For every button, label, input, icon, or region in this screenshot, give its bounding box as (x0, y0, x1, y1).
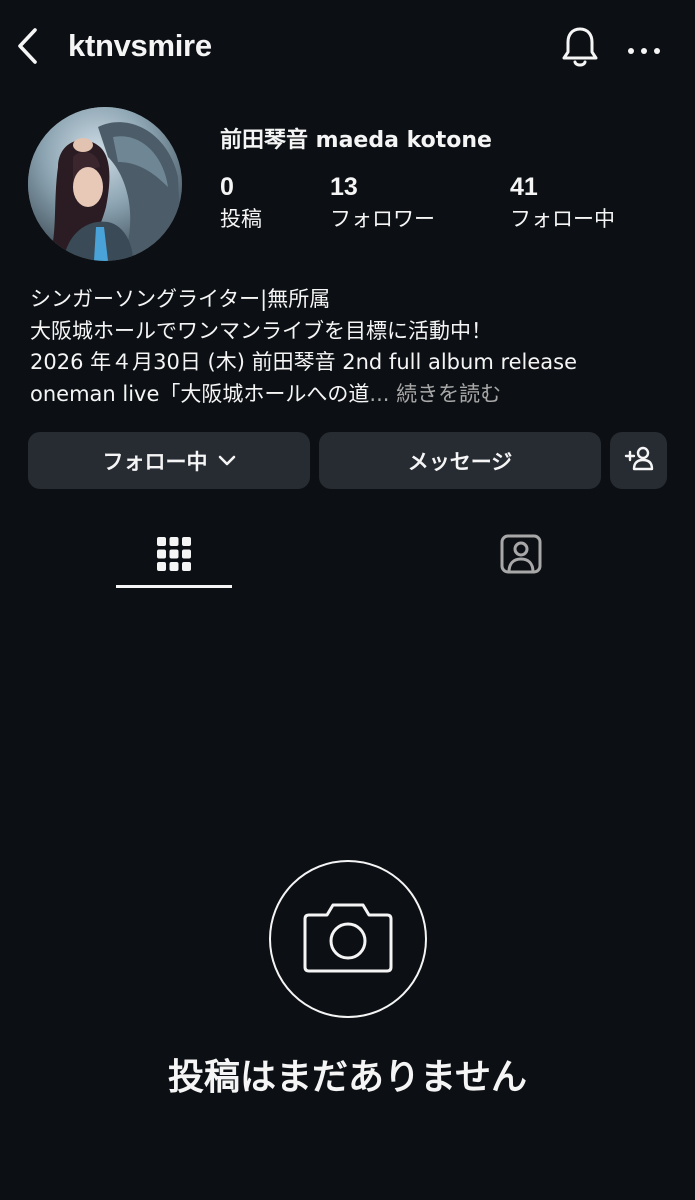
profile-bio: シンガーソングライター|無所属 大阪城ホールでワンマンライブを目標に活動中！ 2… (30, 284, 670, 410)
following-button[interactable]: フォロー中 (28, 432, 310, 489)
stat-followers[interactable]: 13 フォロワー (330, 172, 435, 234)
chevron-left-icon (15, 27, 41, 69)
display-name: 前田琴音 maeda kotone (220, 128, 492, 153)
bio-line: 大阪城ホールでワンマンライブを目標に活動中！ (30, 318, 492, 343)
message-button-label: メッセージ (407, 449, 513, 474)
followers-count: 13 (330, 173, 358, 201)
stat-following[interactable]: 41 フォロー中 (510, 172, 615, 234)
empty-state-camera (269, 860, 427, 1018)
message-button[interactable]: メッセージ (319, 432, 601, 489)
profile-page: ktnvsmire 前田琴音 maeda kotone 0 投稿 13 フォロワ… (0, 0, 695, 1200)
following-label: フォロー中 (510, 207, 615, 231)
tagged-person-icon (500, 534, 542, 578)
bio-line: シンガーソングライター|無所属 (30, 287, 331, 311)
camera-icon (303, 899, 393, 979)
empty-state-text: 投稿はまだありません (168, 1057, 527, 1098)
profile-username: ktnvsmire (68, 28, 212, 63)
stat-posts[interactable]: 0 投稿 (220, 172, 262, 234)
followers-label: フォロワー (330, 207, 435, 231)
bio-line-text: oneman live「大阪城ホールへの道 (30, 381, 370, 406)
bell-icon (560, 25, 600, 73)
following-button-label: フォロー中 (102, 449, 208, 474)
back-button[interactable] (10, 28, 46, 68)
bio-line-last: oneman live「大阪城ホールへの道... 続きを読む (30, 379, 670, 411)
tab-posts-grid[interactable] (116, 525, 232, 587)
bio-ellipsis: ... (369, 381, 390, 406)
notifications-button[interactable] (558, 26, 602, 72)
avatar-photo (28, 107, 182, 261)
suggest-people-button[interactable] (610, 432, 667, 489)
grid-icon (156, 536, 192, 576)
more-options-button[interactable] (622, 30, 666, 70)
profile-avatar[interactable] (28, 107, 182, 261)
add-person-icon (624, 445, 654, 476)
active-tab-indicator (116, 585, 232, 588)
posts-label: 投稿 (220, 207, 262, 231)
bio-line: 2026 年４月30日 (木) 前田琴音 2nd full album rele… (30, 350, 578, 374)
header: ktnvsmire (0, 0, 695, 100)
chevron-down-icon (218, 455, 236, 467)
more-horizontal-icon (627, 41, 661, 60)
tab-tagged[interactable] (463, 525, 579, 587)
following-count: 41 (510, 173, 538, 201)
read-more-link[interactable]: 続きを読む (396, 382, 501, 406)
posts-count: 0 (220, 173, 234, 201)
